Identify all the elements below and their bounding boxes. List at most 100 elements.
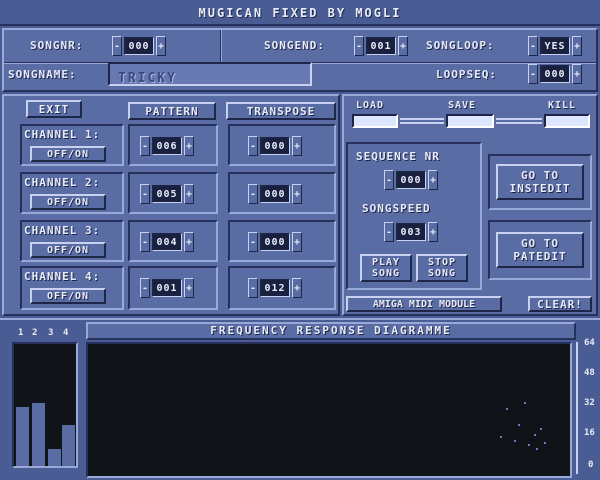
frequency-dot	[514, 440, 516, 442]
goto-instedit-label-1: GO TO	[520, 169, 560, 182]
channel-3-pattern-minus-button[interactable]: -	[140, 232, 150, 252]
frequency-dot	[528, 444, 530, 446]
channel-1-toggle-button[interactable]: OFF/ON	[30, 146, 106, 162]
stop-song-label-2: SONG	[427, 268, 457, 279]
stop-song-label-1: STOP	[427, 257, 457, 268]
songspeed-value: 003	[396, 223, 426, 241]
stop-song-button[interactable]: STOP SONG	[416, 254, 468, 282]
load-save-connector	[400, 118, 444, 124]
songname-input[interactable]: TRICKY	[108, 62, 312, 86]
transpose-header: TRANSPOSE	[226, 102, 336, 120]
channel-1-transpose-minus-button[interactable]: -	[248, 136, 258, 156]
channel-4-toggle-button[interactable]: OFF/ON	[30, 288, 106, 304]
songname-label: SONGNAME:	[8, 68, 77, 81]
frequency-title: FREQUENCY RESPONSE DIAGRAMME	[210, 324, 452, 337]
songend-plus-button[interactable]: +	[398, 36, 408, 56]
songspeed-label: SONGSPEED	[362, 202, 431, 215]
frequency-dot	[536, 448, 538, 450]
kill-button[interactable]	[544, 114, 590, 128]
songend-stepper: - 001 +	[354, 36, 408, 56]
channel-1-pattern-stepper: - 006 +	[140, 136, 194, 156]
vu-bar-4	[62, 425, 75, 466]
scale-axis	[576, 342, 578, 474]
songnr-minus-button[interactable]: -	[112, 36, 122, 56]
load-button[interactable]	[352, 114, 398, 128]
save-button[interactable]	[446, 114, 494, 128]
channel-3-transpose-value: 000	[260, 233, 290, 251]
songloop-plus-button[interactable]: +	[572, 36, 582, 56]
loopseq-label: LOOPSEQ:	[436, 68, 497, 81]
sequence-nr-minus-button[interactable]: -	[384, 170, 394, 190]
goto-instedit-label-2: INSTEDIT	[509, 182, 571, 195]
loopseq-minus-button[interactable]: -	[528, 64, 538, 84]
frequency-dot	[506, 408, 508, 410]
loopseq-plus-button[interactable]: +	[572, 64, 582, 84]
frequency-dot	[534, 434, 536, 436]
kill-label: KILL	[548, 100, 577, 111]
frequency-display	[86, 342, 572, 478]
songend-minus-button[interactable]: -	[354, 36, 364, 56]
channel-4-transpose-plus-button[interactable]: +	[292, 278, 302, 298]
songloop-label: SONGLOOP:	[426, 39, 495, 52]
channel-3-pattern-value: 004	[152, 233, 182, 251]
vu-label-2: 2	[32, 328, 38, 338]
channel-1-pattern-value: 006	[152, 137, 182, 155]
channel-2-transpose-plus-button[interactable]: +	[292, 184, 302, 204]
channel-2-pattern-stepper: - 005 +	[140, 184, 194, 204]
scale-label-48: 48	[584, 368, 595, 378]
channel-2-toggle-button[interactable]: OFF/ON	[30, 194, 106, 210]
play-song-button[interactable]: PLAY SONG	[360, 254, 412, 282]
window-title: MUGICAN FIXED BY MOGLI	[198, 6, 402, 20]
channel-3-toggle-button[interactable]: OFF/ON	[30, 242, 106, 258]
channel-2-pattern-value: 005	[152, 185, 182, 203]
loopseq-stepper: - 000 +	[528, 64, 582, 84]
sequence-nr-value: 000	[396, 171, 426, 189]
songnr-plus-button[interactable]: +	[156, 36, 166, 56]
title-bar: MUGICAN FIXED BY MOGLI	[0, 0, 600, 26]
channel-2-pattern-plus-button[interactable]: +	[184, 184, 194, 204]
channel-3-label: CHANNEL 3:	[24, 224, 101, 237]
songend-label: SONGEND:	[264, 39, 325, 52]
amiga-midi-module-button[interactable]: AMIGA MIDI MODULE	[346, 296, 502, 312]
scale-label-64: 64	[584, 338, 595, 348]
vu-label-4: 4	[63, 328, 69, 338]
songspeed-minus-button[interactable]: -	[384, 222, 394, 242]
goto-instedit-button[interactable]: GO TO INSTEDIT	[496, 164, 584, 200]
channel-2-pattern-minus-button[interactable]: -	[140, 184, 150, 204]
channel-3-transpose-stepper: - 000 +	[248, 232, 302, 252]
songend-value: 001	[366, 37, 396, 55]
goto-patedit-button[interactable]: GO TO PATEDIT	[496, 232, 584, 268]
channel-3-transpose-minus-button[interactable]: -	[248, 232, 258, 252]
frequency-dot	[524, 402, 526, 404]
goto-patedit-label-1: GO TO	[520, 237, 560, 250]
channel-4-transpose-minus-button[interactable]: -	[248, 278, 258, 298]
channel-1-pattern-plus-button[interactable]: +	[184, 136, 194, 156]
channel-4-label: CHANNEL 4:	[24, 270, 101, 283]
clear-button[interactable]: CLEAR!	[528, 296, 592, 312]
channel-2-transpose-minus-button[interactable]: -	[248, 184, 258, 204]
loopseq-value: 000	[540, 65, 570, 83]
frequency-dot	[544, 442, 546, 444]
songloop-minus-button[interactable]: -	[528, 36, 538, 56]
frequency-dot	[540, 428, 542, 430]
play-song-label-1: PLAY	[371, 257, 401, 268]
channel-1-transpose-plus-button[interactable]: +	[292, 136, 302, 156]
frequency-scale: 64 48 32 16 0	[574, 338, 600, 478]
songspeed-plus-button[interactable]: +	[428, 222, 438, 242]
channel-1-pattern-minus-button[interactable]: -	[140, 136, 150, 156]
sequence-nr-stepper: - 000 +	[384, 170, 438, 190]
channel-3-transpose-plus-button[interactable]: +	[292, 232, 302, 252]
frequency-dot	[518, 424, 520, 426]
channel-4-transpose-value: 012	[260, 279, 290, 297]
channel-4-pattern-minus-button[interactable]: -	[140, 278, 150, 298]
channel-4-pattern-value: 001	[152, 279, 182, 297]
channel-1-transpose-stepper: - 000 +	[248, 136, 302, 156]
channel-3-pattern-plus-button[interactable]: +	[184, 232, 194, 252]
channel-2-label: CHANNEL 2:	[24, 176, 101, 189]
songnr-stepper: - 000 +	[112, 36, 166, 56]
scale-label-16: 16	[584, 428, 595, 438]
vu-bar-2	[32, 403, 45, 466]
channel-4-pattern-plus-button[interactable]: +	[184, 278, 194, 298]
exit-button[interactable]: EXIT	[26, 100, 82, 118]
sequence-nr-plus-button[interactable]: +	[428, 170, 438, 190]
